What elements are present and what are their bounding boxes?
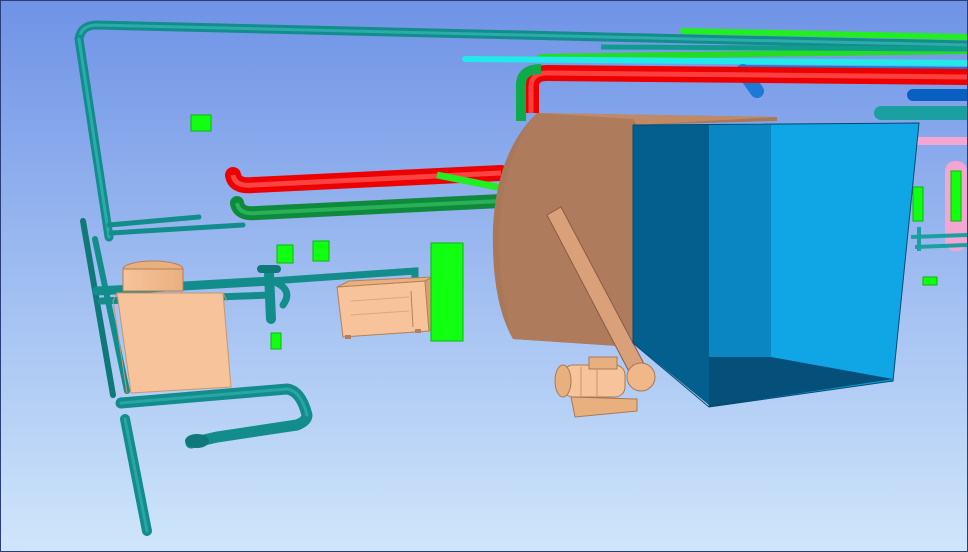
duct-plenum-box[interactable] [632, 122, 920, 408]
teal-pipe-mid [600, 44, 967, 52]
cyan-pipe [462, 56, 967, 66]
3d-viewport[interactable] [0, 0, 968, 552]
scene-canvas[interactable] [1, 1, 967, 551]
control-cabinet[interactable] [336, 276, 436, 339]
